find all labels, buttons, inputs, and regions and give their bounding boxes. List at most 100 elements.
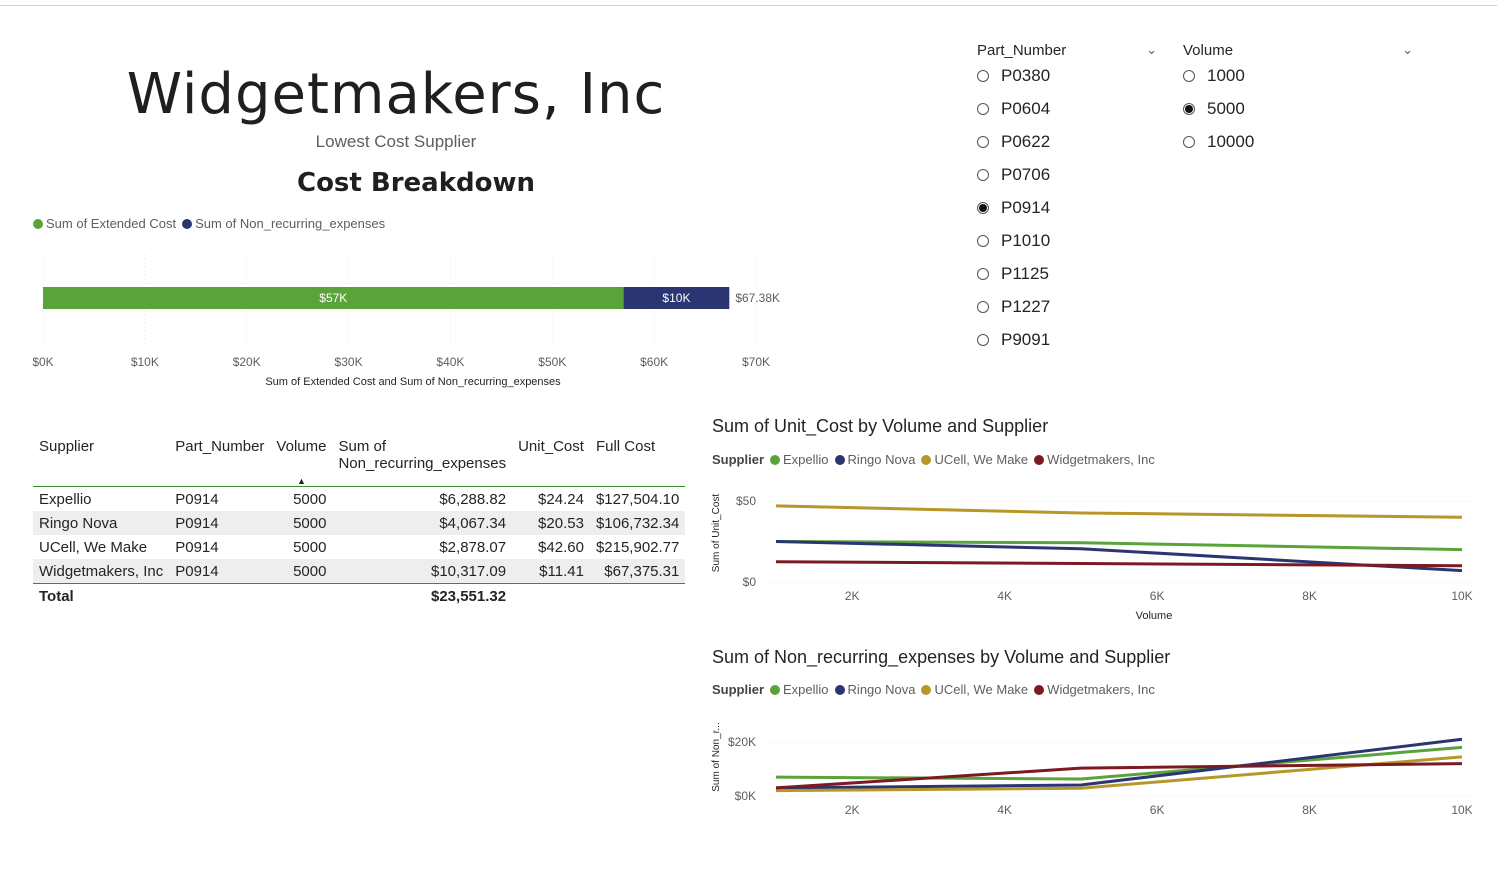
radio-button[interactable] bbox=[1183, 69, 1195, 82]
table-row[interactable]: Ringo Nova P0914 5000 $4,067.34 $20.53 $… bbox=[33, 511, 686, 535]
radio-button[interactable] bbox=[977, 300, 989, 313]
legend-dot-icon bbox=[834, 454, 845, 465]
column-header-part-number[interactable]: Part_Number bbox=[169, 438, 270, 487]
column-header-non-recurring[interactable]: Sum of Non_recurring_expenses bbox=[332, 438, 512, 487]
slicer-option[interactable]: 10000 bbox=[1183, 125, 1413, 158]
legend-label: Widgetmakers, Inc bbox=[1047, 452, 1155, 467]
legend-item-ucell[interactable]: UCell, We Make bbox=[921, 452, 1028, 467]
table-row[interactable]: Widgetmakers, Inc P0914 5000 $10,317.09 … bbox=[33, 559, 686, 584]
x-tick-label: 10K bbox=[1451, 803, 1472, 817]
legend-dot-icon bbox=[33, 218, 43, 229]
x-axis-label: Volume bbox=[1136, 610, 1173, 622]
table-row[interactable]: UCell, We Make P0914 5000 $2,878.07 $42.… bbox=[33, 535, 685, 559]
y-tick-label: $0K bbox=[735, 789, 756, 803]
slicer-option-label: P0706 bbox=[1001, 164, 1051, 184]
x-tick-label: 4K bbox=[997, 589, 1012, 603]
cost-breakdown-title: Cost Breakdown bbox=[296, 168, 535, 198]
legend-item-expellio[interactable]: Expellio bbox=[770, 682, 829, 697]
empty-cell bbox=[512, 583, 590, 608]
legend-item-ringo-nova[interactable]: Ringo Nova bbox=[834, 452, 916, 467]
column-header-full-cost[interactable]: Full Cost bbox=[590, 438, 685, 487]
cell-part-number: P0914 bbox=[175, 490, 219, 508]
legend-label: Sum of Non_recurring_expenses bbox=[195, 216, 386, 231]
cell-supplier: UCell, We Make bbox=[39, 538, 148, 556]
legend-item-expellio[interactable]: Expellio bbox=[770, 452, 829, 467]
cell-part-number: P0914 bbox=[169, 559, 271, 584]
x-tick-label: 4K bbox=[997, 803, 1012, 817]
slicer-option[interactable]: P9091 bbox=[977, 323, 1157, 356]
x-axis-label: Sum of Extended Cost and Sum of Non_recu… bbox=[265, 376, 561, 388]
series-line-widgetmakers-inc[interactable] bbox=[775, 560, 1463, 568]
cell-non-recurring: $2,878.07 bbox=[439, 538, 507, 556]
slicer-option-label: 10000 bbox=[1207, 131, 1255, 151]
legend-item-widgetmakers[interactable]: Widgetmakers, Inc bbox=[1034, 682, 1155, 697]
legend-item-ringo-nova[interactable]: Ringo Nova bbox=[834, 682, 916, 697]
legend-label: Expellio bbox=[783, 452, 829, 467]
table-row[interactable]: Expellio P0914 5000 $6,288.82 $24.24 $12… bbox=[33, 487, 685, 512]
supplier-table: Supplier Part_Number Volume ▲ Sum of Non… bbox=[33, 438, 686, 608]
legend-dot-icon bbox=[1034, 684, 1045, 695]
slicer-option[interactable]: P1125 bbox=[977, 257, 1157, 290]
slicer-option-label: P1125 bbox=[1001, 263, 1049, 283]
x-tick-label: $0K bbox=[32, 355, 53, 369]
legend-label: Ringo Nova bbox=[847, 452, 916, 467]
x-tick-label: 6K bbox=[1150, 589, 1165, 603]
legend-item-widgetmakers[interactable]: Widgetmakers, Inc bbox=[1034, 452, 1155, 467]
slicer-option[interactable]: P0914 bbox=[977, 191, 1157, 224]
slicer-option[interactable]: P1010 bbox=[977, 224, 1157, 257]
slicer-option[interactable]: 5000 bbox=[1183, 92, 1413, 125]
non-recurring-chart-title: Sum of Non_recurring_expenses by Volume … bbox=[712, 647, 1171, 667]
slicer-option[interactable]: 1000 bbox=[1183, 59, 1413, 92]
slicer-option[interactable]: P0604 bbox=[977, 92, 1157, 125]
radio-button[interactable] bbox=[977, 267, 989, 280]
cell-volume: 5000 bbox=[270, 559, 333, 584]
radio-button[interactable] bbox=[977, 102, 989, 115]
radio-button[interactable] bbox=[1183, 102, 1195, 115]
cell-full-cost: $106,732.34 bbox=[589, 511, 686, 535]
cell-supplier: Expellio bbox=[39, 490, 92, 508]
empty-cell bbox=[270, 583, 333, 608]
legend-label: UCell, We Make bbox=[934, 682, 1029, 697]
radio-button[interactable] bbox=[977, 135, 989, 148]
slicer-option[interactable]: P0622 bbox=[977, 125, 1157, 158]
legend-item-ucell[interactable]: UCell, We Make bbox=[921, 682, 1028, 697]
top-border bbox=[0, 5, 1497, 6]
radio-button[interactable] bbox=[977, 234, 989, 247]
column-header-volume[interactable]: Volume ▲ bbox=[270, 438, 332, 487]
legend-dot-icon bbox=[921, 684, 932, 695]
cell-supplier: Widgetmakers, Inc bbox=[33, 559, 170, 584]
part-number-slicer: Part_Number ⌄ P0380 P0604 P0622 P0706 P0914 P… bbox=[977, 40, 1157, 356]
cell-non-recurring: $4,067.34 bbox=[332, 511, 513, 535]
radio-button[interactable] bbox=[977, 168, 989, 181]
column-header-label: Volume bbox=[276, 438, 327, 455]
column-header-unit-cost[interactable]: Unit_Cost bbox=[512, 438, 590, 487]
cell-part-number: P0914 bbox=[169, 511, 271, 535]
x-tick-label: 8K bbox=[1302, 803, 1317, 817]
chevron-down-icon[interactable]: ⌄ bbox=[1146, 42, 1157, 58]
radio-button[interactable] bbox=[977, 69, 989, 82]
slicer-option[interactable]: P0706 bbox=[977, 158, 1157, 191]
x-tick-label: $60K bbox=[640, 355, 668, 369]
column-header-supplier[interactable]: Supplier bbox=[33, 438, 169, 487]
cell-unit-cost: $20.53 bbox=[512, 511, 590, 535]
radio-button[interactable] bbox=[1183, 135, 1195, 148]
legend-label: Ringo Nova bbox=[847, 682, 916, 697]
page-title: Widgetmakers, Inc bbox=[126, 62, 666, 127]
legend-dot-icon bbox=[770, 684, 781, 695]
slicer-option-label: P0604 bbox=[1001, 98, 1051, 118]
y-tick-label: $50 bbox=[736, 494, 756, 508]
slicer-option[interactable]: P1227 bbox=[977, 290, 1157, 323]
slicer-option[interactable]: P0380 bbox=[977, 59, 1157, 92]
legend-item-extended-cost[interactable]: Sum of Extended Cost bbox=[33, 216, 176, 231]
sort-ascending-icon[interactable]: ▲ bbox=[270, 476, 332, 486]
slicer-option-label: P1227 bbox=[1001, 296, 1051, 316]
chevron-down-icon[interactable]: ⌄ bbox=[1402, 42, 1413, 58]
cell-full-cost: $215,902.77 bbox=[595, 538, 680, 556]
series-line-ucell-we-make[interactable] bbox=[775, 504, 1463, 519]
legend-item-non-recurring[interactable]: Sum of Non_recurring_expenses bbox=[182, 216, 385, 231]
radio-button[interactable] bbox=[977, 333, 989, 346]
y-tick-label: $20K bbox=[728, 735, 756, 749]
total-label: Total bbox=[33, 583, 170, 608]
cell-volume: 5000 bbox=[293, 538, 327, 556]
radio-button[interactable] bbox=[977, 201, 989, 214]
